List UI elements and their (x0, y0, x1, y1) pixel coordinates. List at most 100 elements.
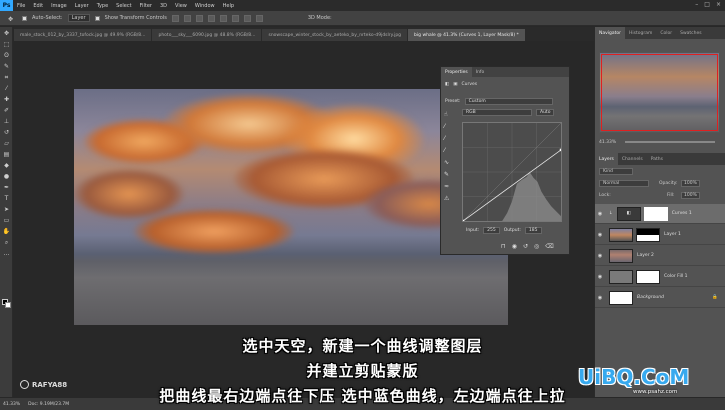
eye-icon[interactable]: ◉ (595, 232, 605, 238)
curve-point-icon[interactable]: ∿ (444, 159, 458, 169)
view-previous-icon[interactable]: ◉ (512, 243, 517, 250)
stamp-icon[interactable]: ⊥ (2, 117, 11, 126)
brush-icon[interactable]: ✐ (2, 106, 11, 115)
pen-icon[interactable]: ✒ (2, 183, 11, 192)
warning-icon[interactable]: ⚠ (444, 195, 458, 205)
navigator-thumbnail[interactable] (599, 52, 720, 133)
path-select-icon[interactable]: ➤ (2, 205, 11, 214)
layer-curves-1[interactable]: ◉ ↓ ◧ Curves 1 (595, 204, 725, 224)
mask-icon[interactable]: ▣ (453, 82, 457, 87)
menu-window[interactable]: Window (191, 3, 219, 9)
color-swatches[interactable] (2, 299, 11, 308)
shape-icon[interactable]: ▭ (2, 216, 11, 225)
tab-layers[interactable]: Layers (595, 153, 618, 165)
layer-mask-thumb[interactable] (643, 206, 668, 221)
gradient-icon[interactable]: ▤ (2, 150, 11, 159)
eye-icon[interactable]: ◉ (595, 211, 605, 217)
clip-icon[interactable]: ⊓ (501, 243, 506, 250)
opacity-field[interactable]: 100% (681, 180, 700, 187)
menu-select[interactable]: Select (112, 3, 135, 9)
menu-filter[interactable]: Filter (136, 3, 156, 9)
eye-icon[interactable]: ◉ (595, 274, 605, 280)
menu-image[interactable]: Image (47, 3, 71, 9)
doc-tab-active[interactable]: big whale @ 41.3% (Curves 1, Layer Mask/… (408, 29, 525, 41)
dodge-icon[interactable]: ● (2, 172, 11, 181)
fill-field[interactable]: 100% (681, 192, 700, 199)
black-point-icon[interactable]: ⁄ (444, 123, 458, 133)
auto-select-checkbox[interactable] (22, 15, 27, 21)
distribute-h-icon[interactable] (255, 14, 263, 22)
type-icon[interactable]: T (2, 194, 11, 203)
tab-histogram[interactable]: Histogram (625, 27, 656, 39)
menu-layer[interactable]: Layer (71, 3, 93, 9)
lasso-icon[interactable]: ʘ (2, 51, 11, 60)
menu-file[interactable]: File (13, 3, 29, 9)
smooth-icon[interactable]: ≈ (444, 183, 458, 193)
maximize-icon[interactable]: □ (704, 1, 710, 8)
menu-help[interactable]: Help (219, 3, 238, 9)
channel-dropdown[interactable]: RGB (462, 109, 532, 116)
transform-controls-checkbox[interactable] (94, 15, 100, 21)
eraser-icon[interactable]: ▱ (2, 139, 11, 148)
tab-swatches[interactable]: Swatches (676, 27, 706, 39)
doc-tab-2[interactable]: photo___sky___6090.jpg @ 48.8% (RGB/8... (152, 29, 262, 41)
hand-icon[interactable]: ✋ (2, 227, 11, 236)
menu-view[interactable]: View (171, 3, 191, 9)
tab-info[interactable]: Info (472, 70, 489, 75)
tab-paths[interactable]: Paths (647, 153, 667, 165)
hand-adjust-icon[interactable]: ☝ (444, 111, 458, 121)
distribute-icon[interactable] (243, 14, 251, 22)
menu-type[interactable]: Type (93, 3, 112, 9)
more-tools-icon[interactable]: … (2, 249, 11, 258)
doc-tab-1[interactable]: male_stock_012_by_3337_tofock.jpg @ 49.9… (14, 29, 152, 41)
tab-navigator[interactable]: Navigator (595, 27, 626, 39)
move-icon[interactable]: ✥ (2, 29, 11, 38)
tab-channels[interactable]: Channels (618, 153, 647, 165)
menu-edit[interactable]: Edit (29, 3, 47, 9)
healing-icon[interactable]: ✚ (2, 95, 11, 104)
layer-color-fill-1[interactable]: ◉ Color Fill 1 (595, 267, 725, 287)
white-point-icon[interactable]: ⁄ (444, 147, 458, 157)
tab-color[interactable]: Color (656, 27, 676, 39)
layer-mask-thumb[interactable] (636, 227, 660, 242)
reset-icon[interactable]: ↺ (523, 243, 528, 250)
input-field[interactable]: 255 (483, 227, 500, 234)
blur-icon[interactable]: ◆ (2, 161, 11, 170)
navigator-zoom[interactable]: 41.33% (599, 140, 616, 145)
layer-mask-thumb[interactable] (636, 269, 660, 284)
minimize-icon[interactable]: – (695, 1, 698, 8)
history-brush-icon[interactable]: ↺ (2, 128, 11, 137)
align-right-icon[interactable] (231, 14, 239, 22)
quick-select-icon[interactable]: ✎ (2, 62, 11, 71)
eye-icon[interactable]: ◉ (595, 295, 605, 301)
menu-3d[interactable]: 3D (156, 3, 171, 9)
auto-select-dropdown[interactable]: Layer (67, 14, 90, 22)
marquee-icon[interactable]: ⬚ (2, 40, 11, 49)
zoom-icon[interactable]: ⌕ (2, 238, 11, 247)
close-icon[interactable]: × (716, 1, 721, 8)
layer-background[interactable]: ◉ Background 🔒 (595, 288, 725, 308)
layer-kind-filter[interactable]: Kind (599, 168, 633, 175)
navigator-view-box[interactable] (601, 54, 718, 131)
align-bottom-icon[interactable] (195, 14, 203, 22)
curves-graph[interactable] (462, 122, 562, 222)
align-middle-icon[interactable] (183, 14, 191, 22)
preset-dropdown[interactable]: Custom (464, 98, 553, 105)
auto-button[interactable]: Auto (536, 109, 555, 116)
blend-mode-dropdown[interactable]: Normal (599, 180, 649, 187)
tab-properties[interactable]: Properties (441, 67, 472, 77)
move-tool-icon[interactable]: ✥ (6, 15, 15, 24)
eyedropper-icon[interactable]: ⁄ (2, 84, 11, 93)
align-top-icon[interactable] (171, 14, 179, 22)
gray-point-icon[interactable]: ⁄ (444, 135, 458, 145)
crop-icon[interactable]: ⌗ (2, 73, 11, 82)
align-left-icon[interactable] (207, 14, 215, 22)
align-center-icon[interactable] (219, 14, 227, 22)
visibility-icon[interactable]: ◎ (534, 243, 539, 250)
background-color[interactable] (5, 302, 11, 308)
layer-2[interactable]: ◉ Layer 2 (595, 246, 725, 266)
trash-icon[interactable]: ⌫ (545, 243, 553, 250)
doc-tab-3[interactable]: snowscape_winter_stock_by_aeteko_by_nrte… (262, 29, 408, 41)
pencil-icon[interactable]: ✎ (444, 171, 458, 181)
layer-1[interactable]: ◉ Layer 1 (595, 225, 725, 245)
